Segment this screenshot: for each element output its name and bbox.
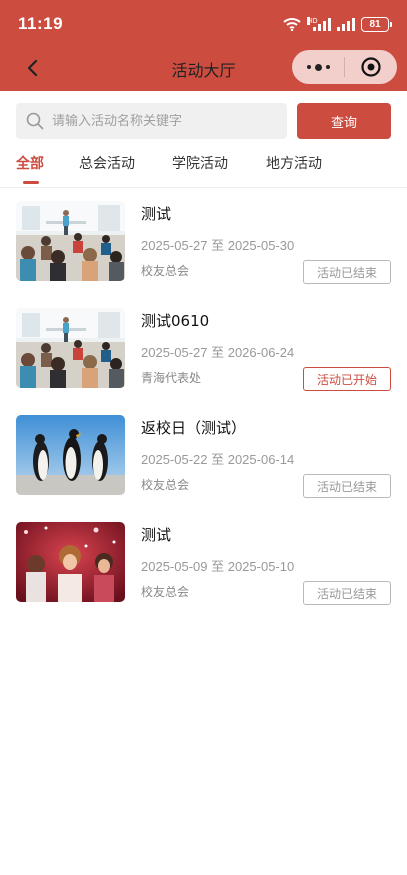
activity-organizer: 青海代表处 — [141, 371, 202, 385]
activity-organizer: 校友总会 — [141, 585, 190, 599]
search-input[interactable] — [52, 113, 272, 129]
tab-alumni-association[interactable]: 总会活动 — [79, 153, 135, 173]
status-badge: 活动已结束 — [303, 260, 391, 284]
activity-thumbnail-penguins — [16, 415, 125, 495]
search-box — [16, 103, 287, 139]
tab-college[interactable]: 学院活动 — [172, 153, 228, 173]
header-bar: 11:19 HD 81 活动大厅 — [0, 0, 407, 91]
activity-date-range: 2025-05-27 至 2026-06-24 — [141, 345, 295, 360]
more-button[interactable] — [292, 50, 344, 84]
activity-thumbnail-classroom — [16, 308, 125, 388]
activity-title: 测试0610 — [141, 312, 210, 330]
activity-item[interactable]: 测试 2025-05-27 至 2025-05-30 校友总会 活动已结束 — [0, 201, 407, 301]
search-icon — [26, 112, 44, 130]
tab-all[interactable]: 全部 — [16, 153, 44, 173]
activity-item[interactable]: 测试0610 2025-05-27 至 2026-06-24 青海代表处 活动已… — [0, 308, 407, 408]
status-badge: 活动已结束 — [303, 581, 391, 605]
tab-regional[interactable]: 地方活动 — [266, 153, 322, 173]
activity-thumbnail-party — [16, 522, 125, 602]
hd-label: HD — [307, 17, 318, 25]
activity-item[interactable]: 测试 2025-05-09 至 2025-05-10 校友总会 活动已结束 — [0, 522, 407, 622]
mini-program-capsule — [292, 50, 397, 84]
activity-organizer: 校友总会 — [141, 264, 190, 278]
more-dots-icon — [306, 65, 311, 69]
activity-organizer: 校友总会 — [141, 478, 190, 492]
status-badge: 活动已开始 — [303, 367, 391, 391]
more-dot-center — [314, 63, 322, 71]
status-icons: HD 81 — [283, 14, 392, 34]
target-close-icon — [361, 57, 381, 77]
wifi-icon — [283, 18, 301, 31]
active-tab-indicator — [23, 181, 39, 184]
status-time: 11:19 — [18, 14, 64, 33]
activity-item[interactable]: 返校日（测试） 2025-05-22 至 2025-06-14 校友总会 活动已… — [0, 415, 407, 515]
activity-title: 测试 — [141, 205, 172, 223]
activity-date-range: 2025-05-09 至 2025-05-10 — [141, 559, 295, 574]
category-tabs: 全部 总会活动 学院活动 地方活动 — [0, 150, 407, 188]
activity-date-range: 2025-05-22 至 2025-06-14 — [141, 452, 295, 467]
navigation-bar: 活动大厅 — [0, 46, 407, 90]
more-dot-right — [325, 65, 330, 69]
close-button[interactable] — [345, 50, 397, 84]
activity-title: 返校日（测试） — [141, 419, 247, 437]
activity-thumbnail-classroom — [16, 201, 125, 281]
search-button[interactable]: 查询 — [297, 103, 391, 139]
battery-level: 81 — [369, 18, 381, 30]
activity-date-range: 2025-05-27 至 2025-05-30 — [141, 238, 295, 253]
status-bar: 11:19 HD 81 — [0, 0, 407, 46]
status-badge: 活动已结束 — [303, 474, 391, 498]
activity-title: 测试 — [141, 526, 172, 544]
cellular-signal-2-icon — [337, 17, 355, 31]
cellular-signal-icon: HD — [307, 17, 331, 31]
battery-icon: 81 — [361, 16, 392, 32]
